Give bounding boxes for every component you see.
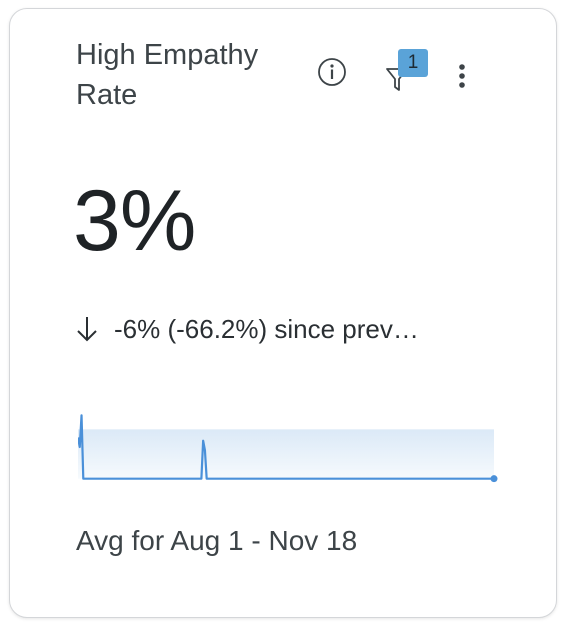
sparkline-chart <box>78 414 498 483</box>
info-button[interactable] <box>317 57 347 87</box>
filter-button[interactable]: 1 <box>382 49 432 95</box>
metric-delta: -6% (-66.2%) since prev… <box>74 311 494 347</box>
sparkline-area <box>78 429 494 479</box>
metric-card: High Empathy Rate 1 3% -6% (-66.2%) sinc… <box>9 8 557 618</box>
sparkline-end-point <box>490 475 498 483</box>
more-options-button[interactable] <box>450 61 474 93</box>
delta-text: -6% (-66.2%) since prev… <box>114 314 419 344</box>
info-circle-icon <box>318 58 346 86</box>
filter-count-badge: 1 <box>398 49 428 77</box>
arrow-down-icon <box>77 317 97 342</box>
card-title: High Empathy Rate <box>76 39 259 111</box>
metric-value: 3% <box>73 173 196 269</box>
date-range-label: Avg for Aug 1 - Nov 18 <box>76 525 358 556</box>
vertical-ellipsis-icon <box>459 64 465 88</box>
